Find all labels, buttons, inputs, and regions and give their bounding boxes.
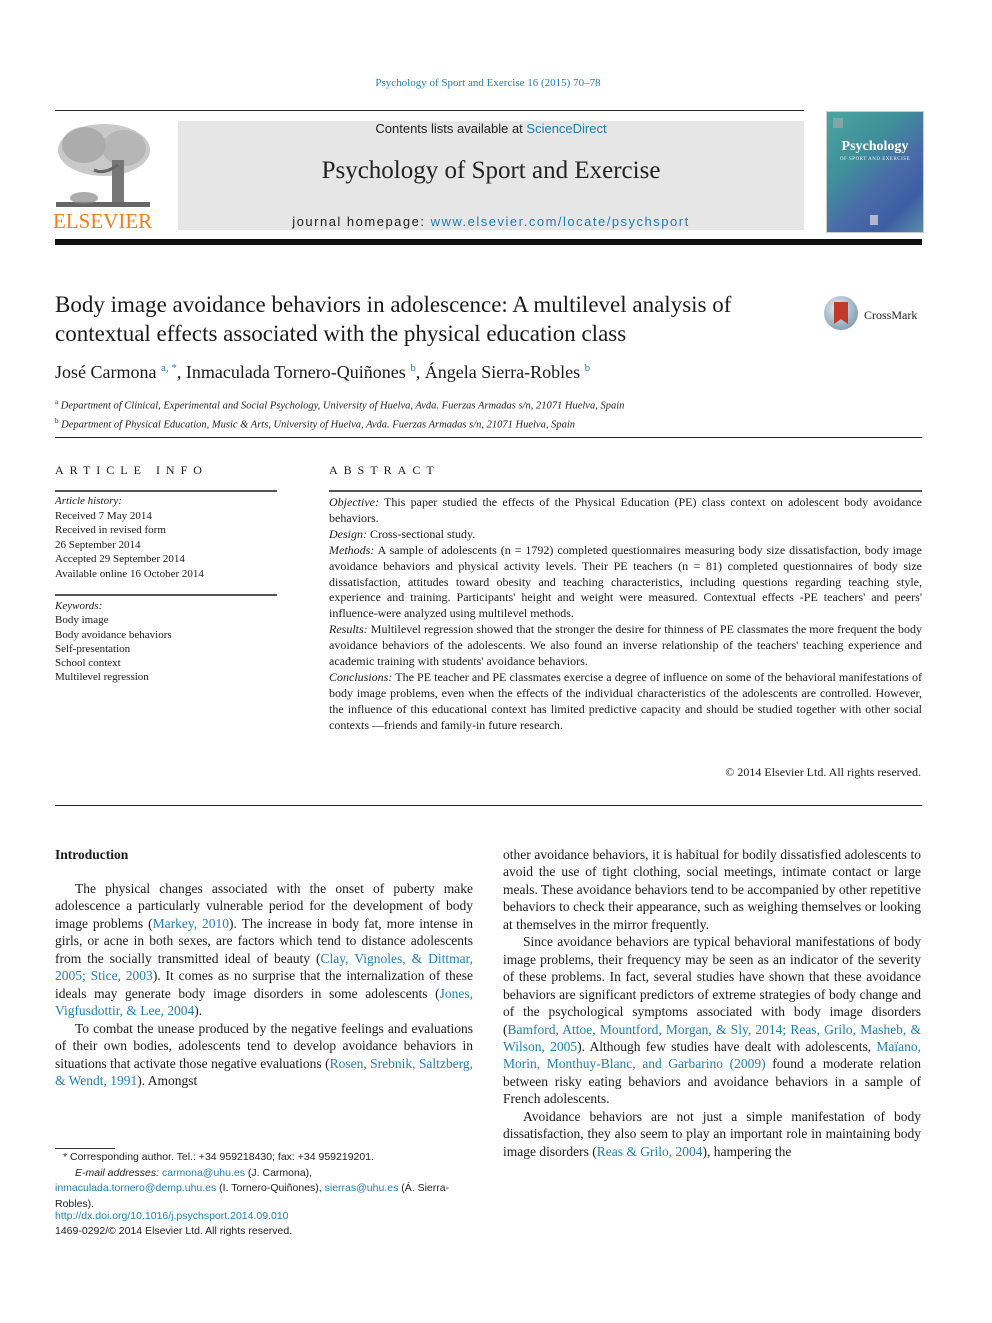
affiliations: a Department of Clinical, Experimental a… [55,395,915,432]
keywords-label: Keywords: [55,600,103,612]
citation-link[interactable]: Reas & Grilo, 2004 [597,1144,703,1159]
article-title: Body image avoidance behaviors in adoles… [55,292,732,346]
history-item: Available online 16 October 2014 [55,567,204,580]
keywords: Keywords: Body image Body avoidance beha… [55,599,280,685]
homepage-line: journal homepage: www.elsevier.com/locat… [178,214,804,229]
journal-cover-image[interactable]: Psychology OF SPORT AND EXERCISE [826,111,924,233]
email-link[interactable]: inmaculada.tornero@demp.uhu.es [55,1182,216,1194]
citation-link[interactable]: Markey, 2010 [153,916,229,931]
keyword-item: Body image [55,614,109,627]
cover-title: Psychology [841,139,909,154]
divider [329,490,922,492]
affiliation-item: a Department of Clinical, Experimental a… [55,398,625,412]
journal-homepage-link[interactable]: www.elsevier.com/locate/psychsport [431,214,690,229]
author-name[interactable]: Inmaculada Tornero-Quiñones [186,362,406,382]
author-affiliation-mark[interactable]: a, * [161,362,177,374]
abstract-section: Results: Multilevel regression showed th… [329,622,922,669]
history-label: Article history: [55,495,122,507]
author-affiliation-mark[interactable]: b [585,362,591,374]
header-thick-rule [55,239,922,245]
issn-copyright: 1469-0292/© 2014 Elsevier Ltd. All right… [55,1225,293,1237]
abstract-section: Objective: This paper studied the effect… [329,495,922,525]
footnote-rule [55,1148,115,1149]
history-item: Received in revised form [55,524,166,536]
journal-title: Psychology of Sport and Exercise [321,157,661,184]
history-item: Received 7 May 2014 [55,509,152,522]
contents-line: Contents lists available at ScienceDirec… [178,121,804,136]
paragraph: The physical changes associated with the… [55,881,474,1019]
paragraph: To combat the unease produced by the neg… [55,1020,474,1088]
abstract-section: Conclusions: The PE teacher and PE class… [329,669,922,732]
journal-masthead: Contents lists available at ScienceDirec… [178,121,804,230]
divider [55,437,922,438]
elsevier-tree-icon [56,124,150,207]
elsevier-wordmark: ELSEVIER [53,209,153,233]
body-column-right: other avoidance behaviors, it is habitua… [503,846,921,1160]
elsevier-logo[interactable]: ELSEVIER [52,118,156,234]
email-addresses: E-mail addresses: carmona@uhu.es (J. Car… [55,1166,450,1210]
abstract-copyright: © 2014 Elsevier Ltd. All rights reserved… [725,765,921,779]
keyword-item: Body avoidance behaviors [55,628,172,641]
homepage-prefix: journal homepage: [292,214,431,229]
section-heading-introduction: Introduction [55,847,129,862]
abstract-section: Methods: A sample of adolescents (n = 17… [329,542,922,621]
contents-prefix: Contents lists available at [375,121,527,136]
email-link[interactable]: sierras@uhu.es [325,1182,399,1194]
keyword-item: Self-presentation [55,642,131,655]
divider [55,594,277,596]
paragraph: Since avoidance behaviors are typical be… [503,934,921,1107]
history-item: Accepted 29 September 2014 [55,553,185,565]
keyword-item: School context [55,657,121,670]
crossmark-label: CrossMark [864,308,918,322]
divider [55,805,922,806]
cover-elsevier-icon [870,215,878,225]
keyword-item: Multilevel regression [55,671,149,684]
article-info-heading: ARTICLE INFO [55,463,208,477]
doi-link[interactable]: http://dx.doi.org/10.1016/j.psychsport.2… [55,1210,289,1222]
corresponding-author-note: * Corresponding author. Tel.: +34 959218… [63,1151,374,1163]
article-history: Article history: Received 7 May 2014 Rec… [55,494,280,581]
author-name[interactable]: José Carmona [55,362,156,382]
paragraph: other avoidance behaviors, it is habitua… [503,847,921,932]
body-column-left: The physical changes associated with the… [55,880,473,1089]
email-link[interactable]: carmona@uhu.es [162,1167,245,1179]
sciencedirect-link[interactable]: ScienceDirect [526,121,606,136]
history-item: 26 September 2014 [55,538,141,551]
abstract-body: Objective: This paper studied the effect… [329,495,922,734]
cover-publisher-mark [833,118,843,128]
divider [55,490,277,492]
abstract-heading: ABSTRACT [329,463,440,477]
paragraph: Avoidance behaviors are not just a simpl… [503,1108,921,1159]
affiliation-item: b Department of Physical Education, Musi… [55,416,575,431]
header-top-rule [55,110,804,111]
abstract-section: Design: Cross-sectional study. [329,526,476,541]
author-name[interactable]: Ángela Sierra-Robles [425,362,580,382]
footnote: * Corresponding author. Tel.: +34 959218… [55,1150,475,1212]
cover-subtitle: OF SPORT AND EXERCISE [839,157,911,162]
author-list: José Carmona a, *, Inmaculada Tornero-Qu… [55,362,591,382]
crossmark-button[interactable]: CrossMark [824,296,924,336]
journal-citation[interactable]: Psychology of Sport and Exercise 16 (201… [0,77,976,89]
